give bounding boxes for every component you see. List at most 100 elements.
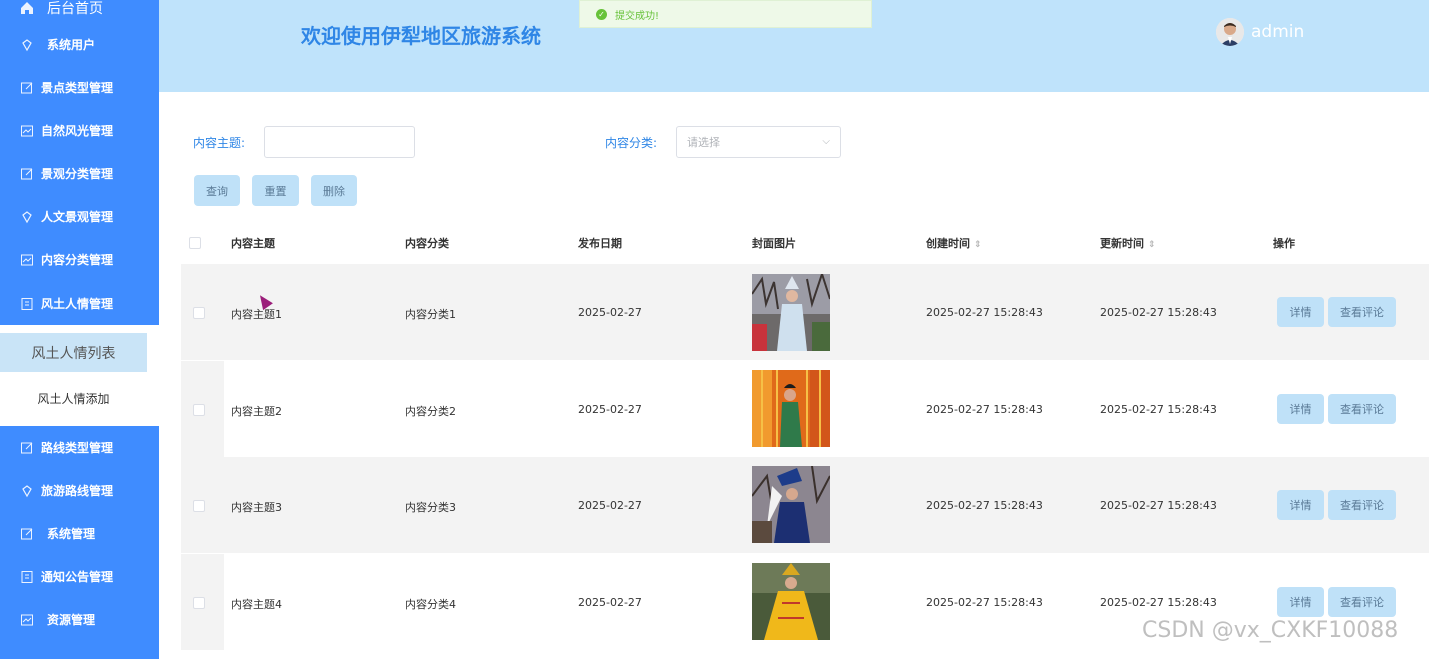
col-category: 内容分类 [405, 237, 449, 250]
delete-button[interactable]: 删除 [311, 175, 357, 206]
cell-date: 2025-02-27 [578, 403, 642, 416]
username[interactable]: admin [1251, 22, 1304, 42]
sort-icon[interactable]: ⇕ [1148, 240, 1156, 250]
cover-image[interactable] [752, 370, 830, 447]
sidebar-item-culture[interactable]: 人文景观管理 [0, 195, 159, 238]
chart-icon [19, 252, 35, 268]
sidebar-item-label: 风土人情管理 [41, 297, 114, 311]
detail-button[interactable]: 详情 [1277, 587, 1324, 617]
cell-topic: 内容主题4 [231, 598, 282, 611]
sidebar-item-label: 自然风光管理 [41, 124, 114, 138]
view-comments-button[interactable]: 查看评论 [1328, 587, 1396, 617]
cell-topic: 内容主题2 [231, 405, 282, 418]
sidebar-item-label: 后台首页 [47, 0, 103, 17]
topic-input[interactable] [264, 126, 415, 158]
table-header: 内容主题 内容分类 发布日期 封面图片 创建时间 ⇕ 更新时间 ⇕ 操作 [181, 222, 1429, 262]
diamond-icon [19, 209, 35, 225]
chart-icon [19, 612, 35, 628]
edit-icon [19, 526, 35, 542]
reset-button[interactable]: 重置 [252, 175, 299, 206]
cover-image[interactable] [751, 270, 831, 351]
table-row: 内容主题3 内容分类3 2025-02-27 2025-02-27 15:28:… [181, 457, 1429, 553]
sidebar-item-label: 景观分类管理 [41, 167, 114, 181]
cell-updated: 2025-02-27 15:28:43 [1100, 499, 1217, 512]
book-icon [19, 569, 35, 585]
select-all-checkbox[interactable] [189, 237, 201, 249]
sort-icon[interactable]: ⇕ [974, 240, 982, 250]
sidebar-item-label: 路线类型管理 [41, 441, 114, 455]
sidebar-item-content-cat[interactable]: 内容分类管理 [0, 238, 159, 281]
sidebar-item-landscape-cat[interactable]: 景观分类管理 [0, 152, 159, 195]
edit-icon [19, 166, 35, 182]
book-icon [19, 296, 35, 312]
detail-button[interactable]: 详情 [1277, 297, 1324, 327]
cell-updated: 2025-02-27 15:28:43 [1100, 306, 1217, 319]
col-ops: 操作 [1273, 237, 1295, 250]
sidebar-item-scenic-types[interactable]: 景点类型管理 [0, 66, 159, 109]
edit-icon [19, 440, 35, 456]
category-placeholder: 请选择 [687, 136, 720, 149]
query-button[interactable]: 查询 [194, 175, 240, 206]
sidebar-item-label: 系统用户 [47, 38, 96, 52]
sidebar-item-label: 系统管理 [47, 527, 96, 541]
sidebar-item-customs[interactable]: 风土人情管理 [0, 282, 159, 325]
edit-icon [19, 80, 35, 96]
cell-created: 2025-02-27 15:28:43 [926, 596, 1043, 609]
sidebar-item-notices[interactable]: 通知公告管理 [0, 555, 159, 598]
sidebar-item-route-types[interactable]: 路线类型管理 [0, 426, 159, 469]
table-row: 内容主题2 内容分类2 2025-02-27 2025-02-27 15:28:… [181, 361, 1429, 457]
cell-category: 内容分类1 [405, 308, 456, 321]
sidebar-item-system[interactable]: 系统管理 [0, 512, 159, 555]
row-checkbox[interactable] [193, 307, 205, 319]
view-comments-button[interactable]: 查看评论 [1328, 297, 1396, 327]
cell-category: 内容分类3 [405, 501, 456, 514]
page-title: 欢迎使用伊犁地区旅游系统 [301, 24, 541, 48]
cell-created: 2025-02-27 15:28:43 [926, 403, 1043, 416]
cell-date: 2025-02-27 [578, 306, 642, 319]
sidebar-item-label: 资源管理 [47, 613, 96, 627]
sidebar-item-label: 通知公告管理 [41, 570, 114, 584]
submenu-item-customs-add[interactable]: 风土人情添加 [0, 379, 147, 418]
sidebar-item-resources[interactable]: 资源管理 [0, 598, 159, 641]
cell-created: 2025-02-27 15:28:43 [926, 306, 1043, 319]
col-topic: 内容主题 [231, 237, 275, 250]
sidebar-item-system-users[interactable]: 系统用户 [0, 23, 159, 66]
check-circle-icon: ✓ [596, 8, 607, 20]
diamond-icon [19, 37, 35, 53]
avatar[interactable] [1216, 18, 1244, 46]
cell-date: 2025-02-27 [578, 596, 642, 609]
topic-label: 内容主题: [193, 136, 246, 150]
detail-button[interactable]: 详情 [1277, 394, 1324, 424]
watermark: CSDN @vx_CXKF10088 [1142, 618, 1399, 643]
submenu-item-label: 风土人情添加 [37, 392, 110, 406]
submenu-item-customs-list[interactable]: 风土人情列表 [0, 333, 147, 372]
row-checkbox[interactable] [193, 500, 205, 512]
sidebar-item-label: 景点类型管理 [41, 81, 114, 95]
col-updated[interactable]: 更新时间 ⇕ [1100, 235, 1156, 251]
row-checkbox[interactable] [193, 404, 205, 416]
chart-icon [19, 123, 35, 139]
sidebar-item-label: 旅游路线管理 [41, 484, 114, 498]
cover-image[interactable] [752, 563, 830, 640]
cell-category: 内容分类2 [405, 405, 456, 418]
cell-topic: 内容主题1 [231, 308, 282, 321]
col-updated-label: 更新时间 [1100, 237, 1144, 250]
chevron-down-icon: ⌵ [822, 136, 830, 147]
col-date: 发布日期 [578, 237, 622, 250]
detail-button[interactable]: 详情 [1277, 490, 1324, 520]
customs-submenu: 风土人情列表 风土人情添加 [0, 325, 159, 426]
diamond-icon [19, 483, 35, 499]
col-created-label: 创建时间 [926, 237, 970, 250]
sidebar-item-nature[interactable]: 自然风光管理 [0, 109, 159, 152]
view-comments-button[interactable]: 查看评论 [1328, 394, 1396, 424]
cell-topic: 内容主题3 [231, 501, 282, 514]
view-comments-button[interactable]: 查看评论 [1328, 490, 1396, 520]
row-checkbox[interactable] [193, 597, 205, 609]
cover-image[interactable] [751, 465, 831, 543]
col-cover: 封面图片 [752, 237, 796, 250]
col-created[interactable]: 创建时间 ⇕ [926, 235, 982, 251]
toast-message: 提交成功! [615, 10, 660, 22]
home-icon [19, 0, 35, 16]
sidebar-item-routes[interactable]: 旅游路线管理 [0, 469, 159, 512]
category-select[interactable]: 请选择 ⌵ [676, 126, 841, 158]
